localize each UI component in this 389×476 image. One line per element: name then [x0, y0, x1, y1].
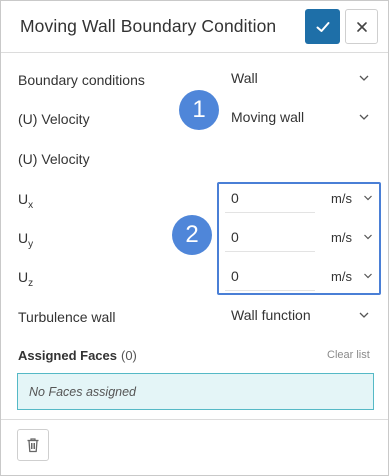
confirm-button[interactable] — [305, 9, 340, 44]
uz-label-main: U — [18, 269, 29, 285]
annotation-badge-2: 2 — [172, 215, 212, 255]
assigned-faces-title: Assigned Faces (0) — [18, 348, 137, 363]
ux-label: Ux — [18, 191, 33, 211]
panel-footer — [1, 419, 388, 475]
turbulence-wall-select[interactable]: Wall function — [223, 300, 378, 330]
uy-label-main: U — [18, 230, 29, 246]
velocity-components-highlight — [217, 182, 381, 295]
velocity-type-select[interactable]: Moving wall — [223, 102, 378, 132]
check-icon — [316, 21, 329, 32]
boundary-conditions-value: Wall — [231, 70, 258, 86]
assigned-faces-count: (0) — [121, 348, 137, 363]
uz-label: Uz — [18, 269, 33, 289]
ux-label-sub: x — [28, 200, 34, 211]
chevron-down-icon — [359, 312, 369, 318]
close-icon — [356, 21, 367, 32]
ux-label-main: U — [18, 191, 29, 207]
turbulence-wall-label: Turbulence wall — [18, 309, 116, 325]
annotation-badge-1: 1 — [179, 90, 219, 130]
boundary-condition-panel: Moving Wall Boundary Condition Boundary … — [0, 0, 389, 476]
uy-label-sub: y — [28, 239, 34, 250]
velocity-type-value: Moving wall — [231, 109, 305, 125]
velocity-type-label: (U) Velocity — [18, 111, 90, 127]
close-button[interactable] — [345, 9, 378, 44]
boundary-conditions-select[interactable]: Wall — [223, 63, 378, 93]
delete-button[interactable] — [17, 429, 49, 461]
velocity-heading: (U) Velocity — [18, 151, 90, 167]
boundary-conditions-label: Boundary conditions — [18, 72, 145, 88]
panel-header: Moving Wall Boundary Condition — [1, 1, 388, 53]
uz-label-sub: z — [28, 278, 34, 289]
trash-icon — [27, 438, 39, 453]
assigned-faces-label: Assigned Faces — [18, 348, 117, 363]
chevron-down-icon — [359, 114, 369, 120]
chevron-down-icon — [359, 75, 369, 81]
assigned-faces-box[interactable]: No Faces assigned — [17, 373, 374, 410]
turbulence-wall-value: Wall function — [231, 307, 311, 323]
panel-title: Moving Wall Boundary Condition — [20, 16, 277, 36]
clear-list-link[interactable]: Clear list — [327, 349, 370, 361]
uy-label: Uy — [18, 230, 33, 250]
assigned-faces-empty-text: No Faces assigned — [29, 385, 137, 399]
